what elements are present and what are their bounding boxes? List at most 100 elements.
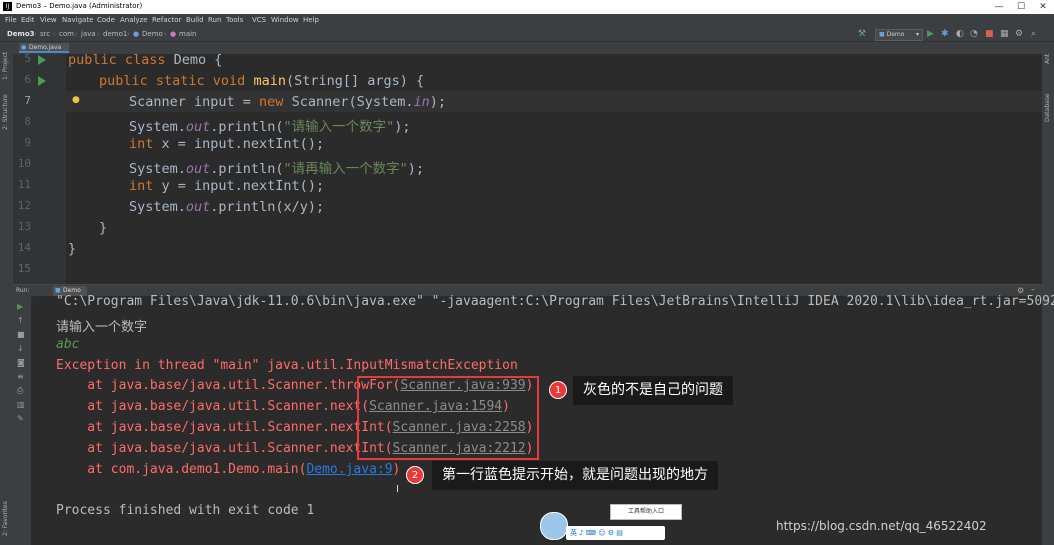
settings-icon[interactable]: ⚙ — [1015, 29, 1023, 39]
breadcrumb-separator: › — [164, 30, 167, 38]
project-tool-button[interactable]: 1: Project — [2, 52, 9, 80]
run-toolbar: ▶ ↑ ■ ↓ ◙ ≡ ⎙ ▥ ✎ — [13, 296, 31, 545]
structure-tool-button[interactable]: 2: Structure — [2, 94, 9, 130]
run-configuration-label: Demo — [886, 31, 905, 38]
run-main-gutter-icon[interactable] — [38, 76, 46, 86]
menu-run[interactable]: Run — [208, 16, 221, 24]
line-number: 6 — [24, 73, 31, 86]
line-number: 10 — [17, 157, 31, 170]
line-number: 9 — [24, 136, 31, 149]
menu-analyze[interactable]: Analyze — [120, 16, 148, 24]
rerun-icon[interactable]: ▶ — [17, 302, 23, 311]
annotation-callout-2: 第一行蓝色提示开始，就是问题出现的地方 — [432, 461, 718, 490]
run-tab-label: Demo — [63, 287, 81, 294]
minimize-panel-icon[interactable]: – — [1031, 285, 1035, 294]
code-line-11: int y = input.nextInt(); — [129, 178, 325, 194]
breadcrumb-separator: › — [97, 30, 100, 38]
menu-view[interactable]: View — [40, 16, 57, 24]
soft-wrap-icon[interactable]: ≡ — [17, 372, 24, 381]
database-tool-button[interactable]: Database — [1044, 93, 1051, 122]
run-class-gutter-icon[interactable] — [38, 55, 46, 65]
window-title-bar: IJ Demo3 – Demo.java (Administrator) — ☐… — [0, 0, 1054, 15]
annotation-badge-2: 2 — [406, 466, 424, 484]
code-line-9: int x = input.nextInt(); — [129, 136, 325, 152]
line-number: 5 — [24, 52, 31, 65]
code-line-12: System.out.println(x/y); — [129, 199, 325, 215]
line-number: 15 — [17, 262, 31, 275]
breadcrumb-separator: › — [34, 30, 37, 38]
lightbulb-icon[interactable]: ● — [72, 95, 80, 105]
line-number: 7 — [24, 94, 31, 107]
window-title: Demo3 – Demo.java (Administrator) — [16, 2, 143, 10]
breadcrumb-separator: › — [53, 30, 56, 38]
console-prompt: 请输入一个数字 — [56, 320, 148, 335]
watermark: https://blog.csdn.net/qq_46522402 — [776, 519, 987, 533]
line-number: 12 — [17, 199, 31, 212]
menu-refactor[interactable]: Refactor — [152, 16, 181, 24]
annotation-badge-1: 1 — [549, 381, 567, 399]
ime-toolbar[interactable]: 工具帮助入口 英 ♪ ⌨ ☺ ⚙ ▤ — [540, 504, 682, 542]
code-line-10: System.out.println("请再输入一个数字"); — [129, 161, 424, 177]
menu-help[interactable]: Help — [303, 16, 319, 24]
coverage-icon[interactable]: ◐ — [956, 29, 964, 39]
code-line-5: public class Demo { — [68, 52, 223, 68]
console-user-input: abc — [56, 337, 80, 352]
menu-navigate[interactable]: Navigate — [62, 16, 93, 24]
down-arrow-icon[interactable]: ↓ — [17, 344, 24, 353]
menu-tools[interactable]: Tools — [226, 16, 243, 24]
text-cursor-icon: Ⅰ — [396, 484, 399, 495]
menu-bar: File Edit View Navigate Code Analyze Ref… — [0, 14, 1054, 27]
stop-icon[interactable]: ■ — [17, 330, 25, 339]
run-configuration-select[interactable]: ■ Demo ▾ — [875, 29, 923, 41]
hammer-build-icon[interactable]: ⚒ — [858, 29, 866, 39]
breadcrumb-demo1[interactable]: demo1 — [103, 30, 127, 38]
project-structure-icon[interactable]: ▦ — [1000, 29, 1009, 39]
menu-vcs[interactable]: VCS — [252, 16, 266, 24]
code-line-13: } — [99, 220, 108, 236]
maximize-button[interactable]: ☐ — [1010, 0, 1032, 14]
menu-code[interactable]: Code — [97, 16, 115, 24]
up-arrow-icon[interactable]: ↑ — [17, 316, 24, 325]
chevron-down-icon: ▾ — [915, 31, 919, 38]
menu-file[interactable]: File — [5, 16, 17, 24]
console-command-line: "C:\Program Files\Java\jdk-11.0.6\bin\ja… — [56, 294, 1054, 309]
print-icon[interactable]: ⎙ — [17, 386, 23, 396]
search-icon[interactable]: ⌕ — [1031, 29, 1036, 39]
line-number: 8 — [24, 115, 31, 128]
menu-edit[interactable]: Edit — [21, 16, 35, 24]
close-button[interactable]: ✕ — [1032, 0, 1054, 14]
pin-icon[interactable]: ✎ — [17, 414, 24, 423]
minimize-button[interactable]: — — [988, 0, 1010, 14]
trash-icon[interactable]: ▥ — [17, 400, 25, 409]
breadcrumb-com[interactable]: com — [59, 30, 74, 38]
code-line-7: Scanner input = new Scanner(System.in); — [129, 94, 447, 110]
profile-icon[interactable]: ◔ — [970, 29, 978, 39]
breadcrumb-java[interactable]: java — [81, 30, 96, 38]
line-number: 14 — [17, 241, 31, 254]
stack-trace-line: at com.java.demo1.Demo.main(Demo.java:9) — [56, 462, 401, 477]
left-tool-window-strip: 1: Project 2: Structure 2: Favorites — [0, 42, 14, 545]
line-number: 13 — [17, 220, 31, 233]
stack-trace-link[interactable]: Demo.java:9 — [306, 462, 392, 477]
breadcrumb-src[interactable]: src — [40, 30, 50, 38]
code-line-8: System.out.println("请输入一个数字"); — [129, 119, 411, 135]
exception-message: Exception in thread "main" java.util.Inp… — [56, 358, 518, 373]
class-icon: ● — [133, 30, 140, 38]
ime-avatar-icon[interactable] — [540, 512, 568, 540]
navigation-bar: Demo3 › src › com › java › demo1 › ● Dem… — [0, 27, 1054, 42]
ant-tool-button[interactable]: Ant — [1044, 54, 1051, 64]
favorites-tool-button[interactable]: 2: Favorites — [2, 501, 9, 536]
stop-icon[interactable]: ■ — [985, 29, 994, 39]
run-icon[interactable]: ▶ — [927, 29, 934, 39]
camera-icon[interactable]: ◙ — [17, 358, 25, 367]
process-finished-message: Process finished with exit code 1 — [56, 503, 315, 518]
breadcrumb-project[interactable]: Demo3 — [7, 30, 35, 38]
annotation-callout-1: 灰色的不是自己的问题 — [573, 376, 733, 405]
breadcrumb-demo[interactable]: Demo — [142, 30, 163, 38]
debug-icon[interactable]: ✱ — [941, 29, 949, 39]
ime-tooltip: 工具帮助入口 — [610, 504, 682, 520]
menu-build[interactable]: Build — [186, 16, 204, 24]
ime-status-bar[interactable]: 英 ♪ ⌨ ☺ ⚙ ▤ — [566, 526, 665, 540]
breadcrumb-main[interactable]: main — [179, 30, 197, 38]
menu-window[interactable]: Window — [271, 16, 299, 24]
